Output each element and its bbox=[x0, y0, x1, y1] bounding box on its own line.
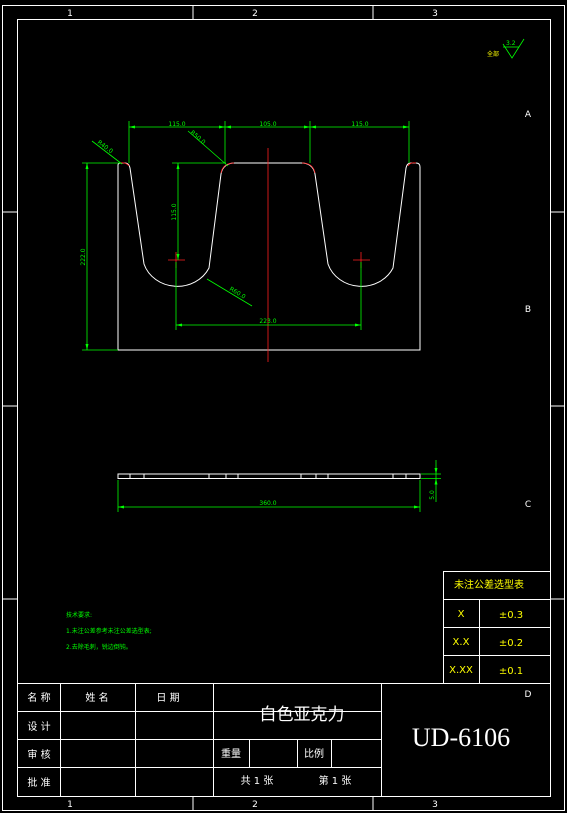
zone-row-b: B bbox=[525, 305, 531, 315]
dim-top-mid: 105.0 bbox=[259, 121, 276, 128]
outer-frame bbox=[2, 5, 565, 811]
roughness-value: 3.2 bbox=[506, 40, 516, 47]
tolerance-grade-1: X.X bbox=[453, 637, 470, 648]
zone-row-c: C bbox=[525, 500, 531, 510]
dim-height: 222.0 bbox=[80, 248, 87, 265]
notes-item-2: 2.去除毛刺，锐边倒钝。 bbox=[66, 643, 132, 651]
tb-name-value: 姓 名 bbox=[85, 691, 108, 704]
tb-material: 白色亚克力 bbox=[260, 705, 345, 725]
dim-top-left: 115.0 bbox=[168, 121, 185, 128]
tolerance-value-0: ±0.3 bbox=[499, 610, 523, 621]
zone-col-3-top: 3 bbox=[432, 9, 438, 19]
notes-item-1: 1.未注公差参考未注公差选型表; bbox=[66, 627, 152, 635]
dimensions-side: 360.0 5.0 bbox=[117, 460, 441, 512]
tb-weight-label: 重量 bbox=[221, 747, 241, 760]
tolerance-table-title: 未注公差选型表 bbox=[454, 578, 524, 591]
dim-radius-mid: R50.0 bbox=[189, 129, 207, 146]
dim-thickness: 5.0 bbox=[429, 490, 436, 500]
zone-col-2-top: 2 bbox=[252, 9, 258, 19]
tolerance-grade-0: X bbox=[458, 609, 465, 620]
roughness-label: 全部 bbox=[487, 50, 499, 58]
tb-total-sheets: 共 1 张 bbox=[241, 775, 274, 787]
zone-col-3-bottom: 3 bbox=[432, 800, 438, 810]
tolerance-value-2: ±0.1 bbox=[499, 666, 523, 677]
dim-width: 360.0 bbox=[259, 500, 276, 507]
tb-drawing-number: UD-6106 bbox=[412, 723, 510, 752]
tb-scale-label: 比例 bbox=[304, 747, 324, 760]
tb-sheet-no: 第 1 张 bbox=[319, 774, 352, 787]
dim-depth: 115.0 bbox=[171, 203, 178, 220]
dim-angle-radius: R40.0 bbox=[96, 139, 114, 155]
tolerance-table: 未注公差选型表 X ±0.3 X.X ±0.2 X.XX ±0.1 bbox=[443, 571, 551, 684]
zone-col-1-bottom: 1 bbox=[67, 800, 73, 810]
tb-approve-label: 批 准 bbox=[27, 776, 50, 789]
dim-center-span: 223.0 bbox=[259, 318, 276, 325]
inner-frame bbox=[17, 19, 551, 797]
tb-design-label: 设 计 bbox=[27, 720, 50, 733]
tolerance-grade-2: X.XX bbox=[449, 665, 473, 676]
notes-title: 技术要求: bbox=[66, 611, 92, 619]
dimensions-front: 115.0 105.0 115.0 R40.0 R50.0 115.0 222.… bbox=[80, 121, 410, 351]
title-block: 名 称 姓 名 日 期 设 计 审 核 批 准 白色亚克力 重量 比例 共 1 … bbox=[17, 683, 551, 797]
part-side-view bbox=[117, 473, 421, 479]
center-lines bbox=[168, 148, 370, 362]
zone-col-1-top: 1 bbox=[67, 9, 73, 19]
technical-notes: 技术要求: 1.未注公差参考未注公差选型表; 2.去除毛刺，锐边倒钝。 bbox=[66, 611, 152, 651]
zone-row-a: A bbox=[525, 110, 532, 120]
tb-name-label: 名 称 bbox=[27, 691, 50, 704]
dim-top-right: 115.0 bbox=[351, 121, 368, 128]
tolerance-value-1: ±0.2 bbox=[499, 638, 523, 649]
tb-date-label: 日 期 bbox=[156, 692, 179, 704]
roughness-symbol: 3.2 全部 bbox=[487, 38, 525, 59]
dim-bottom-radius: R60.0 bbox=[228, 286, 247, 301]
zone-col-2-bottom: 2 bbox=[252, 800, 258, 810]
zone-row-d: D bbox=[525, 690, 532, 700]
cad-drawing: 1 2 3 1 2 3 A B C D 3.2 全部 115.0 105.0 1… bbox=[2, 5, 565, 811]
tb-review-label: 审 核 bbox=[27, 748, 50, 761]
